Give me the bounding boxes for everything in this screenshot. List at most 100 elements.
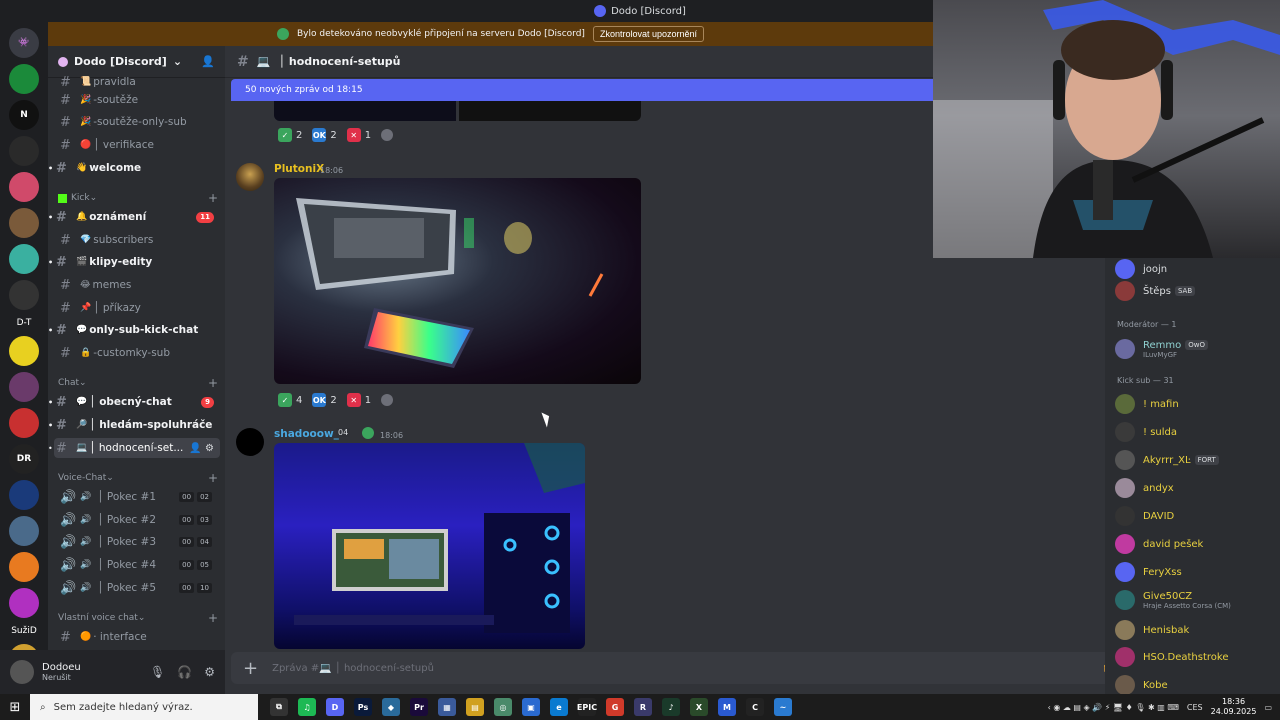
taskbar-app-icon[interactable]: ◆ [382, 698, 400, 716]
add-channel-icon[interactable]: + [208, 471, 218, 485]
avatar[interactable] [10, 660, 34, 684]
gear-icon[interactable]: ⚙ [204, 665, 215, 679]
server-icon[interactable] [9, 588, 39, 618]
member-item[interactable]: Štěps SAB [1115, 280, 1275, 302]
member-item[interactable]: Henisbak [1115, 619, 1275, 641]
voice-channel[interactable]: 🔊 🔊 │ Pokec #4 00 05 [54, 555, 220, 575]
add-member-icon[interactable]: 👤 [201, 55, 215, 68]
channel-category[interactable]: Chat ⌄ + [58, 375, 218, 391]
member-item[interactable]: Give50CZ Hraje Assetto Corsa (CM) [1115, 589, 1275, 611]
server-icon[interactable] [9, 516, 39, 546]
add-reaction-icon[interactable] [381, 394, 394, 406]
message-image[interactable] [274, 178, 641, 384]
reaction[interactable]: OK 2 [312, 128, 337, 142]
server-icon[interactable] [9, 244, 39, 274]
server-icon[interactable]: N [9, 100, 39, 130]
server-icon[interactable] [9, 172, 39, 202]
taskbar-app-icon[interactable]: M [718, 698, 736, 716]
taskbar-app-icon[interactable]: ▣ [522, 698, 540, 716]
avatar[interactable] [236, 163, 264, 191]
channel-category[interactable]: Voice-Chat ⌄ + [58, 470, 218, 486]
server-icon[interactable] [9, 480, 39, 510]
channel-category[interactable]: Kick ⌄ + [58, 190, 218, 206]
add-channel-icon[interactable]: + [208, 376, 218, 390]
server-icon[interactable]: D-T [9, 316, 39, 330]
channel-item[interactable]: • # 🎬 klipy-edity [48, 252, 220, 272]
channel-item[interactable]: # 🔒 -customky-sub [54, 343, 220, 363]
clock[interactable]: 18:36 24.09.2025 [1211, 697, 1257, 717]
reaction[interactable]: ✕ 1 [346, 128, 371, 142]
taskbar-app-icon[interactable]: e [550, 698, 568, 716]
add-attachment-icon[interactable]: + [243, 658, 258, 679]
voice-channel[interactable]: 🔊 🔊 │ Pokec #2 00 03 [54, 510, 220, 530]
tray-icons[interactable]: ‹ ◉ ☁ ▤ ◈ 🔊 ⚡ 🖥 ♦ 🎙 ✱ ▥ ⌨ [1048, 703, 1179, 712]
member-item[interactable]: ! mafin [1115, 393, 1275, 415]
server-icon[interactable]: DR [9, 444, 39, 474]
member-item[interactable]: Kobe [1115, 674, 1275, 694]
taskbar-app-icon[interactable]: EPIC [577, 698, 597, 716]
channel-item[interactable]: # 📌 │ příkazy [54, 298, 220, 318]
channel-item[interactable]: • # 💬 only-sub-kick-chat [48, 320, 220, 340]
taskbar-app-icon[interactable]: X [690, 698, 708, 716]
taskbar-app-icon[interactable]: C [746, 698, 764, 716]
add-reaction-icon[interactable] [381, 129, 394, 141]
voice-channel[interactable]: 🔊 🔊 │ Pokec #3 00 04 [54, 532, 220, 552]
headphones-icon[interactable]: 🎧 [177, 665, 192, 679]
message-image[interactable] [274, 443, 585, 649]
server-icon[interactable] [9, 208, 39, 238]
server-icon[interactable] [9, 552, 39, 582]
channel-item[interactable]: • # 💬 │ obecný-chat 9 [48, 392, 220, 412]
member-item[interactable]: ! sulda [1115, 421, 1275, 443]
server-icon[interactable] [9, 280, 39, 310]
member-item[interactable]: joojn [1115, 258, 1275, 280]
taskbar-app-icon[interactable]: ⧉ [270, 698, 288, 716]
taskbar-app-icon[interactable]: ♫ [298, 698, 316, 716]
server-icon[interactable] [9, 64, 39, 94]
reaction[interactable]: OK 2 [312, 393, 337, 407]
taskbar-search[interactable]: ⌕ Sem zadejte hledaný výraz. [30, 694, 258, 720]
voice-channel[interactable]: 🔊 🔊 │ Pokec #1 00 02 [54, 487, 220, 507]
server-icon[interactable] [9, 372, 39, 402]
message-image[interactable] [459, 101, 641, 121]
message-input[interactable]: Zpráva #💻 │ hodnocení-setupů [272, 663, 434, 674]
channel-item[interactable]: # 🎉 -soutěže [54, 90, 220, 110]
channel-item[interactable]: • # 🔎 │ hledám-spoluhráče [48, 415, 220, 435]
message-composer[interactable]: + Zpráva #💻 │ hodnocení-setupů 🎁 ▣ ◪ ☺ 🎮 [231, 652, 1231, 684]
message-image[interactable] [274, 101, 456, 121]
taskbar-app-icon[interactable]: Pr [410, 698, 428, 716]
channel-item[interactable]: # 😂 memes [54, 275, 220, 295]
server-icon[interactable]: SužiD [9, 624, 39, 638]
avatar[interactable] [236, 428, 264, 456]
add-channel-icon[interactable]: + [208, 611, 218, 625]
server-icon[interactable] [9, 408, 39, 438]
reaction[interactable]: ✓ 2 [278, 128, 302, 142]
channel-item[interactable]: # 💎 subscribers [54, 230, 220, 250]
add-channel-icon[interactable]: + [208, 191, 218, 205]
check-notice-button[interactable]: Zkontrolovat upozornění [592, 26, 705, 42]
taskbar-app-icon[interactable]: ♪ [662, 698, 680, 716]
taskbar-app-icon[interactable]: ▤ [466, 698, 484, 716]
new-messages-bar[interactable]: 50 nových zpráv od 18:15 [231, 79, 933, 101]
channel-item[interactable]: # 🎉 -soutěže-only-sub [54, 112, 220, 132]
microphone-icon[interactable]: 🎙 [150, 665, 165, 679]
member-item[interactable]: FeryXss [1115, 561, 1275, 583]
member-item[interactable]: Akyrrr_XĿ FORT [1115, 449, 1275, 471]
channel-item[interactable]: # 🟠 · interface [54, 627, 220, 647]
channel-item[interactable]: # 🔴 │ verifikace [54, 135, 220, 155]
taskbar-app-icon[interactable]: D [326, 698, 344, 716]
taskbar-app-icon[interactable]: Ps [354, 698, 372, 716]
channel-item[interactable]: • # 💻 │ hodnocení-set... 👤 ⚙ [48, 438, 220, 458]
message-author[interactable]: PlutoniX [274, 163, 324, 175]
windows-start-icon[interactable]: ⊞ [0, 694, 30, 720]
taskbar-app-icon[interactable]: R [634, 698, 652, 716]
voice-channel[interactable]: 🔊 🔊 │ Pokec #5 00 10 [54, 578, 220, 598]
channel-item[interactable]: • # 🔔 oznámení 11 [48, 207, 220, 227]
taskbar-app-icon[interactable]: ◎ [494, 698, 512, 716]
taskbar-app-icon[interactable]: G [606, 698, 624, 716]
reaction[interactable]: ✓ 4 [278, 393, 302, 407]
taskbar-app-icon[interactable]: ▦ [438, 698, 456, 716]
member-item[interactable]: andyx [1115, 477, 1275, 499]
language-indicator[interactable]: CES [1187, 703, 1203, 712]
server-icon[interactable] [9, 336, 39, 366]
reaction[interactable]: ✕ 1 [346, 393, 371, 407]
